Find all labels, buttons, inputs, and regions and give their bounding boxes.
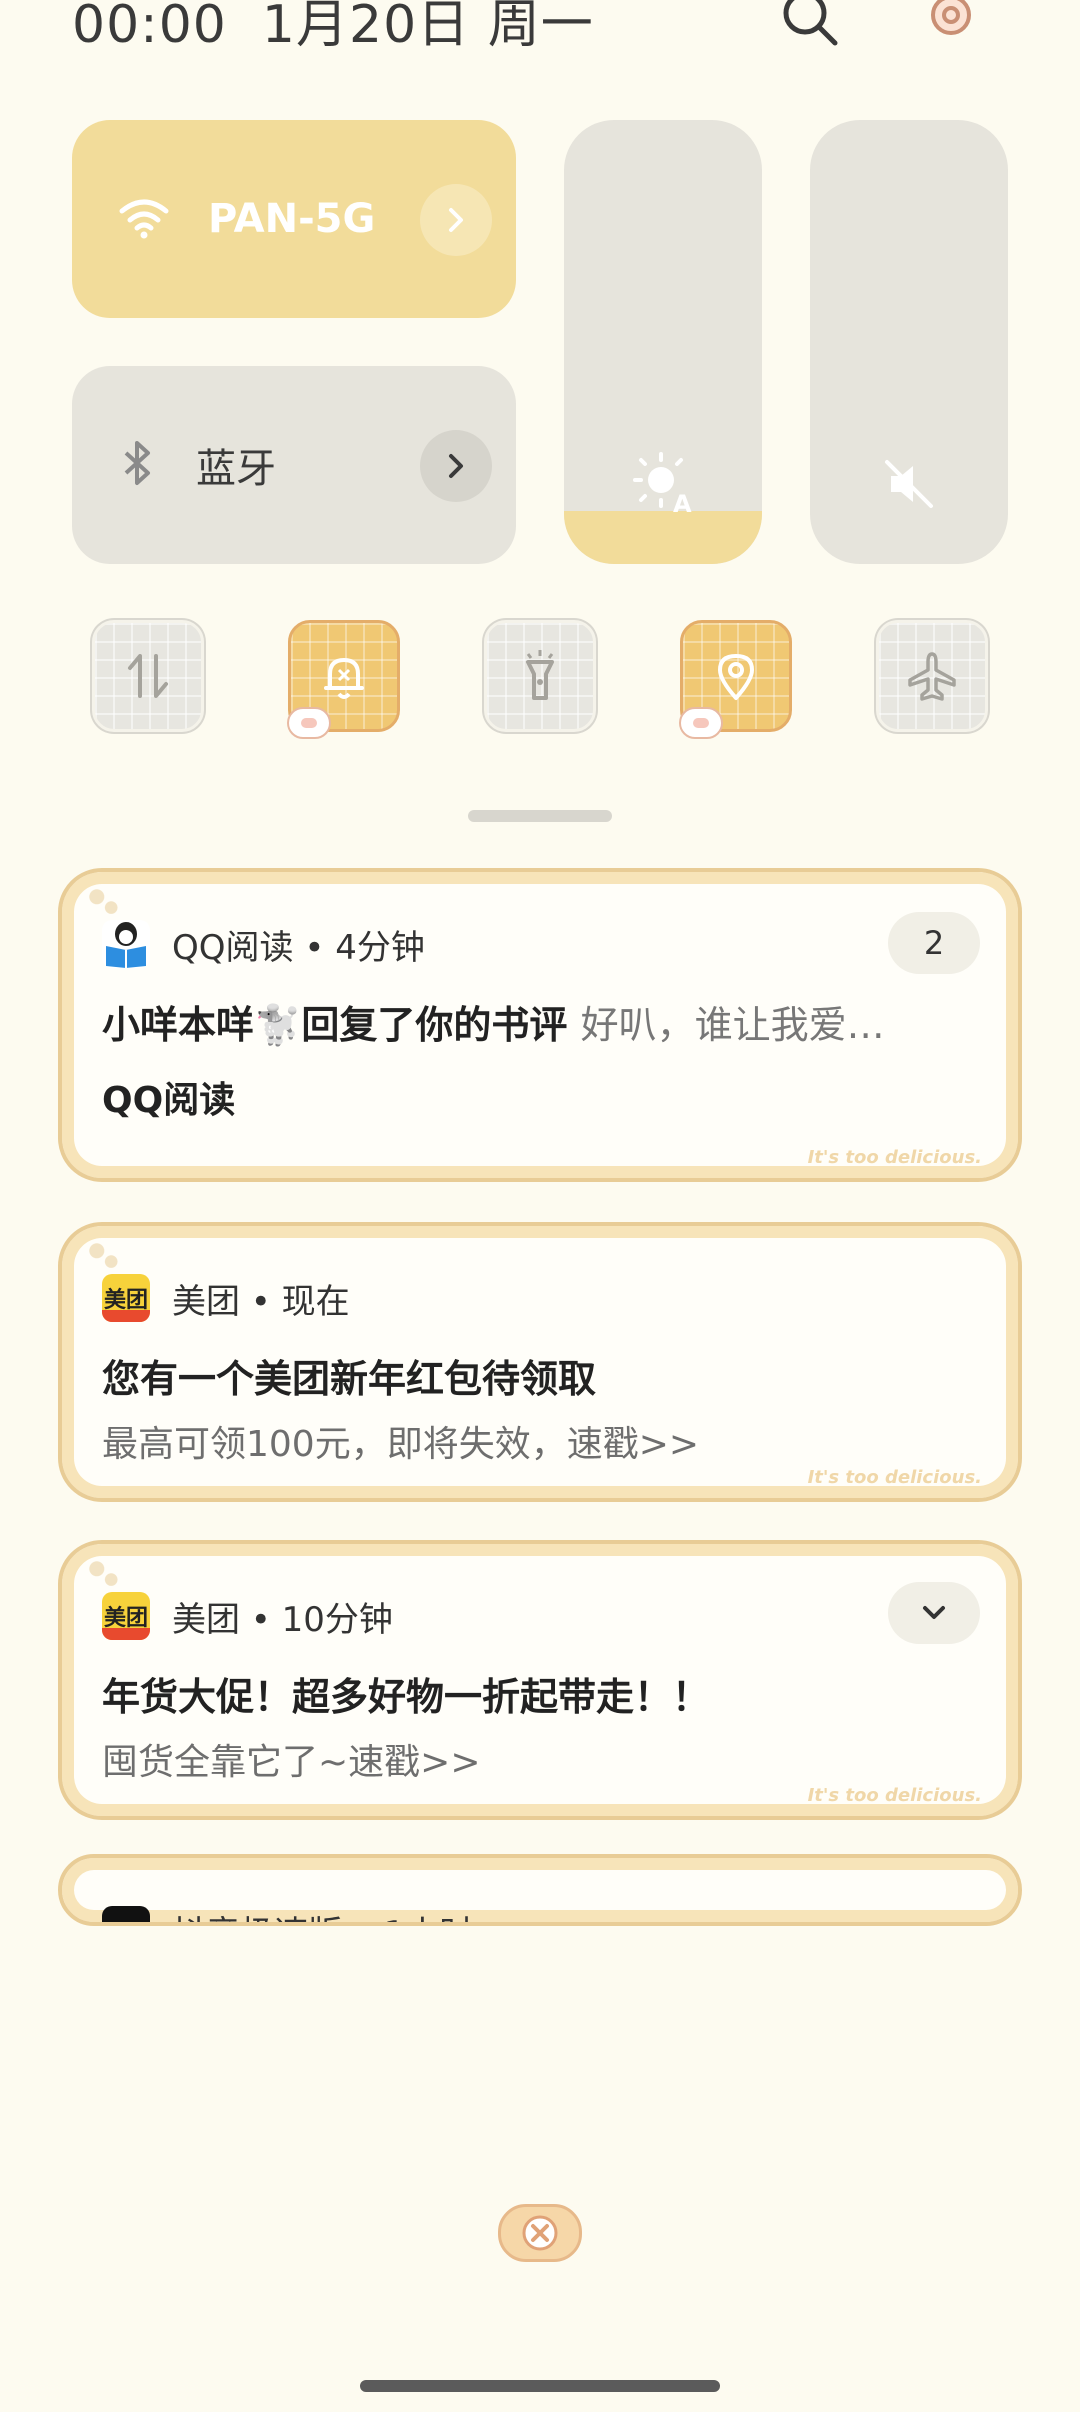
- notification-body: QQ阅读: [102, 1080, 236, 1121]
- clear-all-button[interactable]: [498, 2204, 582, 2262]
- data-transfer-icon: [128, 654, 168, 698]
- piglet-decoration: [679, 707, 723, 739]
- notification-title: 小咩本咩🐩回复了你的书评 好叭，谁让我爱…: [102, 994, 978, 1049]
- meituan-app-icon: 美团: [102, 1274, 150, 1322]
- notification-card[interactable]: 美团 美团 • 10分钟 年货大促！超多好物一折起带走！！ 囤货全靠它了~速戳>…: [58, 1540, 1022, 1820]
- wifi-icon: [118, 195, 170, 243]
- volume-slider[interactable]: [810, 120, 1008, 564]
- airplane-icon: [908, 652, 956, 701]
- location-toggle[interactable]: [679, 620, 792, 739]
- airplane-mode-toggle[interactable]: [876, 620, 988, 732]
- card-decoration-text: It's too delicious.: [807, 1147, 982, 1168]
- location-icon: [718, 654, 754, 700]
- panel-drag-handle[interactable]: [468, 810, 612, 822]
- bluetooth-label: 蓝牙: [196, 446, 276, 492]
- notification-count-badge[interactable]: 2: [888, 912, 980, 974]
- date-text: 1月20日 周一: [261, 0, 594, 55]
- chevron-right-icon: [449, 454, 463, 478]
- mobile-data-toggle[interactable]: [92, 620, 204, 732]
- meituan-app-icon: 美团: [102, 1592, 150, 1640]
- chevron-right-icon: [449, 208, 463, 232]
- status-time-date: 00:00 1月20日 周一: [72, 0, 594, 57]
- search-icon[interactable]: [778, 0, 842, 50]
- wifi-tile[interactable]: PAN-5G: [72, 120, 516, 318]
- mute-icon: [879, 454, 939, 518]
- notification-title: 年货大促！超多好物一折起带走！！: [102, 1675, 711, 1719]
- clock-time: 00:00: [72, 0, 227, 55]
- notification-app-meta: 美团 • 10分钟: [172, 1599, 393, 1640]
- notification-title: 您有一个美团新年红包待领取: [102, 1357, 597, 1401]
- notification-app-meta: 抖音极速版 • 1小时: [172, 1906, 473, 1923]
- notification-card[interactable]: 美团 美团 • 现在 您有一个美团新年红包待领取 最高可领100元，即将失效，速…: [58, 1222, 1022, 1502]
- bluetooth-icon: [118, 439, 158, 491]
- brightness-slider[interactable]: A: [564, 120, 762, 564]
- brightness-slider-fill: [564, 510, 762, 564]
- auto-brightness-icon: A: [631, 450, 695, 518]
- clear-all-icon: [522, 2215, 558, 2251]
- notification-body: 囤货全靠它了~速戳>>: [102, 1742, 481, 1783]
- chevron-down-icon: [923, 1606, 945, 1619]
- home-indicator[interactable]: [360, 2380, 720, 2392]
- bluetooth-details-button[interactable]: [420, 430, 492, 502]
- notification-card[interactable]: QQ阅读 • 4分钟 小咩本咩🐩回复了你的书评 好叭，谁让我爱… QQ阅读 2 …: [58, 868, 1022, 1182]
- douyin-lite-app-icon: [102, 1906, 150, 1922]
- wifi-label: PAN-5G: [208, 196, 376, 242]
- bluetooth-tile[interactable]: 蓝牙: [72, 366, 516, 564]
- flashlight-toggle[interactable]: [484, 620, 596, 732]
- notification-preview-text: 好叭，谁让我爱…: [580, 1003, 885, 1047]
- notification-card[interactable]: 抖音极速版 • 1小时: [58, 1854, 1022, 1926]
- notification-body: 最高可领100元，即将失效，速戳>>: [102, 1424, 700, 1465]
- expand-button[interactable]: [888, 1582, 980, 1644]
- piglet-decoration: [287, 707, 331, 739]
- card-decoration-text: It's too delicious.: [807, 1785, 982, 1806]
- notification-app-meta: 美团 • 现在: [172, 1281, 350, 1322]
- svg-text:A: A: [673, 490, 692, 514]
- qq-reading-app-icon: [102, 920, 150, 968]
- do-not-disturb-toggle[interactable]: [287, 620, 400, 739]
- wifi-details-button[interactable]: [420, 184, 492, 256]
- gear-icon[interactable]: [918, 0, 982, 50]
- notification-app-meta: QQ阅读 • 4分钟: [172, 927, 425, 968]
- card-decoration-text: It's too delicious.: [807, 1467, 982, 1488]
- flashlight-icon: [526, 650, 554, 700]
- bell-off-icon: [324, 658, 364, 699]
- notification-title-text: 小咩本咩🐩回复了你的书评: [102, 1003, 568, 1047]
